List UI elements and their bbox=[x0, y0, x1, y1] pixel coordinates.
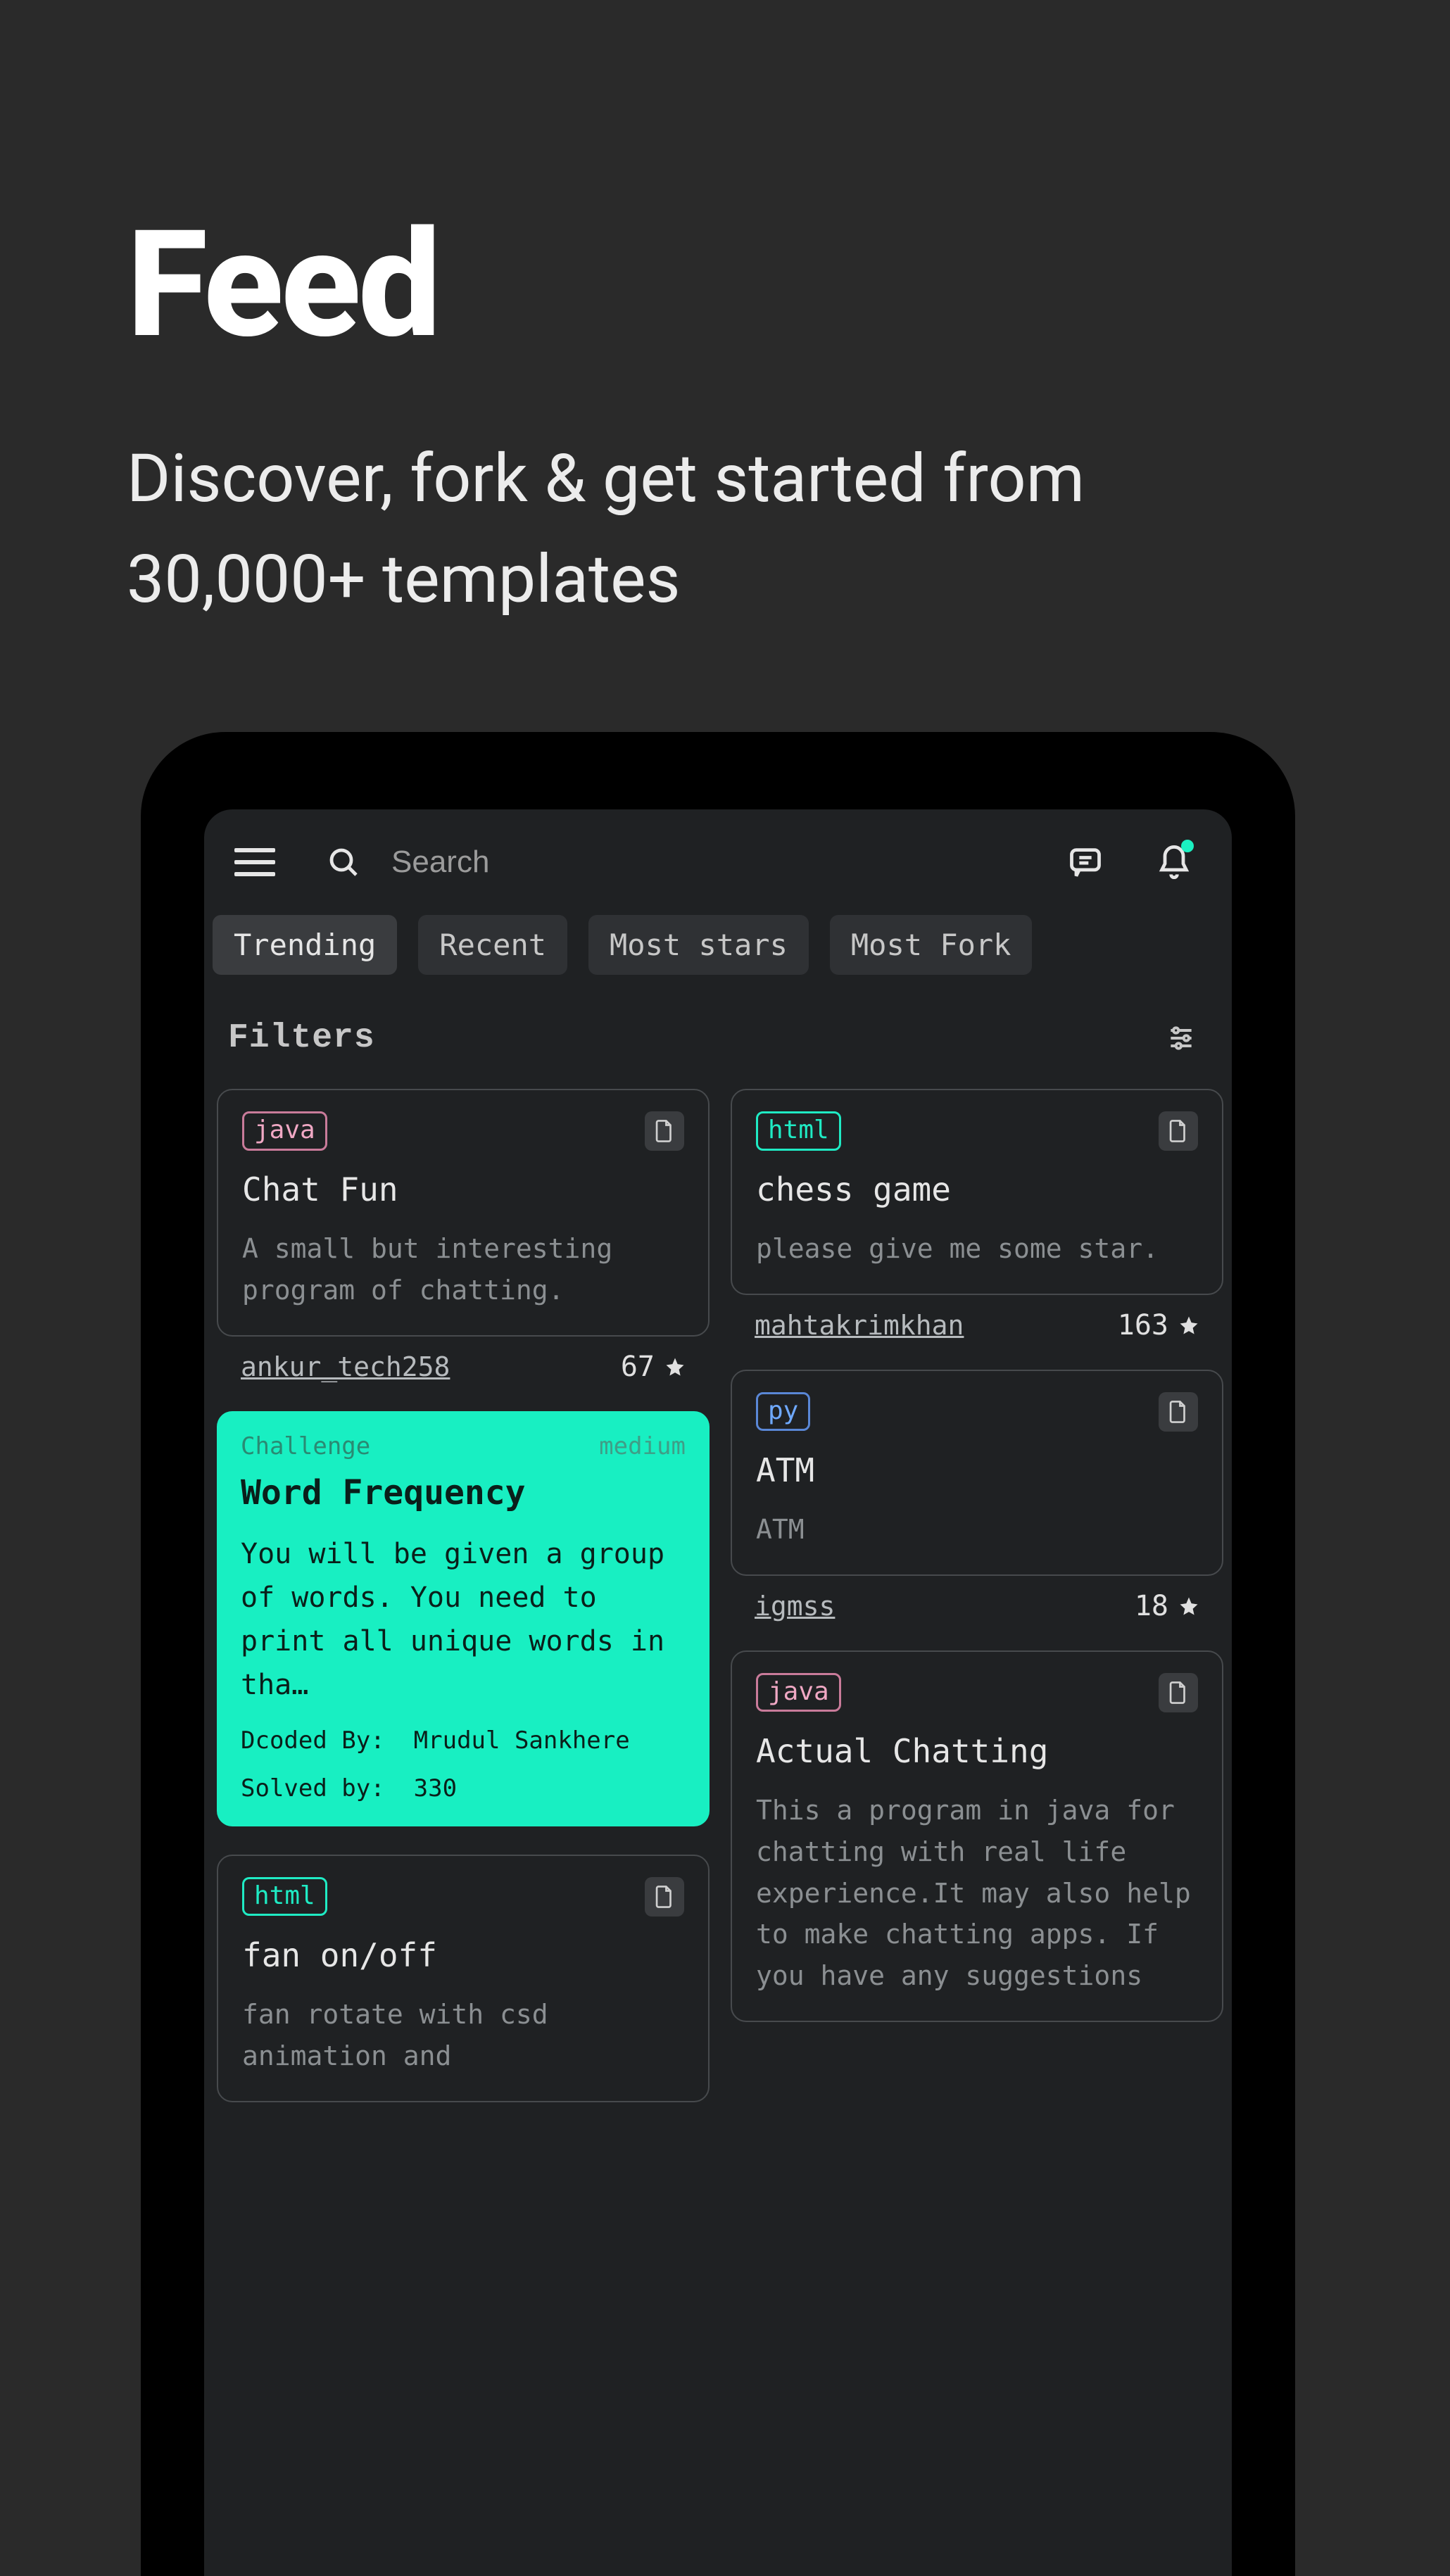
challenge-solved-by: Solved by: 330 bbox=[241, 1774, 686, 1802]
language-badge: py bbox=[756, 1392, 810, 1432]
filters-label: Filters bbox=[228, 1019, 375, 1057]
file-icon bbox=[645, 1111, 684, 1151]
card-description: You will be given a group of words. You … bbox=[241, 1532, 686, 1707]
star-count: 18 bbox=[1135, 1590, 1199, 1622]
author-link[interactable]: ankur_tech258 bbox=[241, 1351, 450, 1382]
feed-item[interactable]: html chess game please give me some star… bbox=[731, 1089, 1223, 1341]
file-icon bbox=[1159, 1392, 1198, 1432]
feed-item[interactable]: java Actual Chatting This a program in j… bbox=[731, 1650, 1223, 2022]
search-wrap bbox=[296, 835, 1045, 889]
notifications-button[interactable] bbox=[1147, 835, 1201, 889]
card-description: A small but interesting program of chatt… bbox=[242, 1228, 684, 1311]
tab-trending[interactable]: Trending bbox=[213, 915, 397, 975]
page-subtitle: Discover, fork & get started from 30,000… bbox=[127, 429, 1323, 630]
card-description: please give me some star. bbox=[756, 1228, 1198, 1270]
card-title: ATM bbox=[756, 1451, 1198, 1489]
card-description: ATM bbox=[756, 1509, 1198, 1551]
challenge-dcoded-by: Dcoded By: Mrudul Sankhere bbox=[241, 1726, 686, 1755]
author-link[interactable]: mahtakrimkhan bbox=[755, 1310, 964, 1341]
notification-dot-icon bbox=[1181, 840, 1194, 852]
author-link[interactable]: igmss bbox=[755, 1591, 835, 1622]
card-description: This a program in java for chatting with… bbox=[756, 1790, 1198, 1997]
filter-settings-button[interactable] bbox=[1154, 1011, 1208, 1065]
card-title: chess game bbox=[756, 1170, 1198, 1208]
feed-item[interactable]: java Chat Fun A small but interesting pr… bbox=[217, 1089, 710, 1383]
file-icon bbox=[645, 1877, 684, 1917]
language-badge: java bbox=[756, 1673, 841, 1712]
menu-button[interactable] bbox=[228, 835, 282, 889]
star-icon bbox=[1178, 1596, 1199, 1617]
file-icon bbox=[1159, 1673, 1198, 1712]
file-icon bbox=[1159, 1111, 1198, 1151]
star-icon bbox=[1178, 1315, 1199, 1336]
feed-tabs: Trending Recent Most stars Most Fork bbox=[204, 915, 1232, 975]
feed-item[interactable]: py ATM ATM bbox=[731, 1370, 1223, 1622]
card-title: Word Frequency bbox=[241, 1473, 686, 1513]
tab-recent[interactable]: Recent bbox=[418, 915, 567, 975]
star-count: 67 bbox=[621, 1351, 686, 1383]
tab-most-forked[interactable]: Most Fork bbox=[830, 915, 1033, 975]
card-title: fan on/off bbox=[242, 1936, 684, 1974]
language-badge: html bbox=[242, 1877, 327, 1917]
challenge-badge: Challenge bbox=[241, 1432, 370, 1460]
star-icon bbox=[664, 1356, 686, 1377]
card-title: Actual Chatting bbox=[756, 1732, 1198, 1770]
app-screen: Trending Recent Most stars Most Fork Fil… bbox=[204, 809, 1232, 2576]
language-badge: java bbox=[242, 1111, 327, 1151]
search-input[interactable] bbox=[391, 845, 1045, 880]
card-description: fan rotate with csd animation and bbox=[242, 1994, 684, 2077]
language-badge: html bbox=[756, 1111, 841, 1151]
feed-item[interactable]: html fan on/off fan rotate with csd anim… bbox=[217, 1855, 710, 2102]
hamburger-icon bbox=[234, 848, 275, 876]
card-title: Chat Fun bbox=[242, 1170, 684, 1208]
filters-row: Filters bbox=[204, 975, 1232, 1089]
messages-button[interactable] bbox=[1059, 835, 1112, 889]
page-title: Feed bbox=[127, 211, 1323, 359]
challenge-card[interactable]: Challenge medium Word Frequency You will… bbox=[217, 1411, 710, 1826]
app-bar bbox=[204, 809, 1232, 915]
device-frame: Trending Recent Most stars Most Fork Fil… bbox=[141, 732, 1295, 2576]
search-icon bbox=[317, 835, 370, 889]
challenge-difficulty: medium bbox=[599, 1432, 686, 1460]
star-count: 163 bbox=[1118, 1309, 1199, 1341]
tab-most-stars[interactable]: Most stars bbox=[588, 915, 809, 975]
